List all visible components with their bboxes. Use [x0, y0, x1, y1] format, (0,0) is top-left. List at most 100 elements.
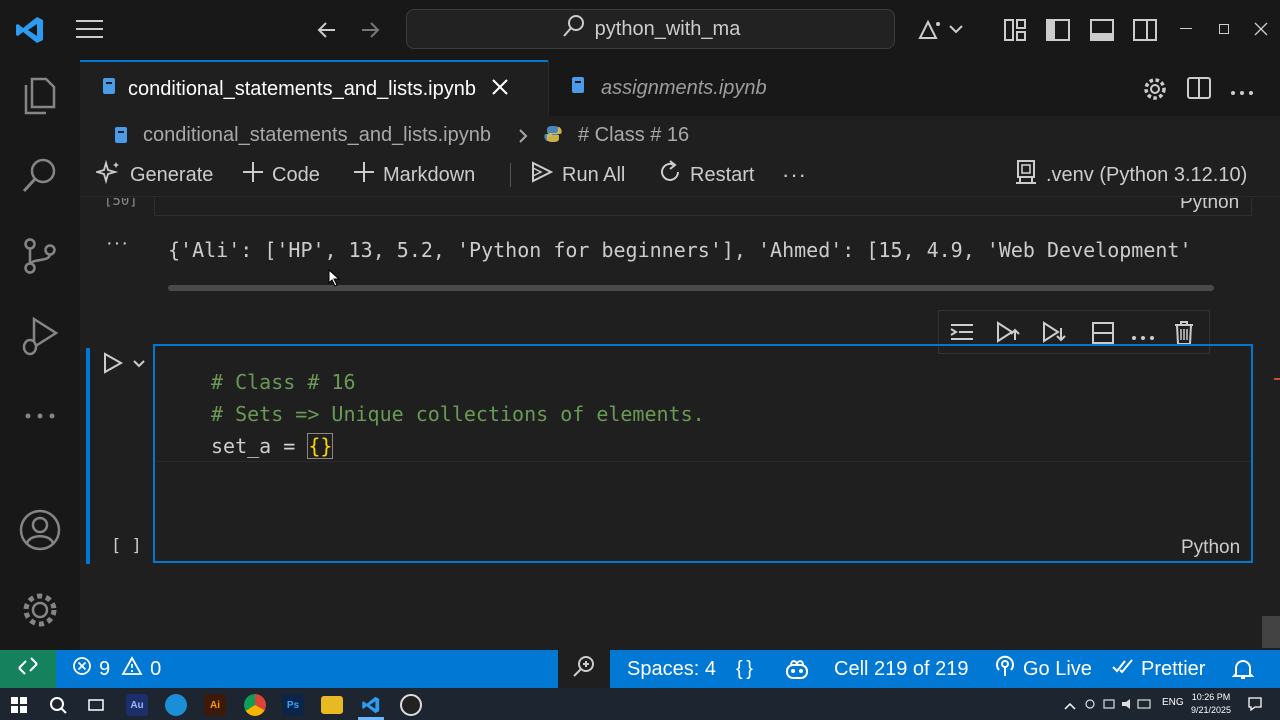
python-icon	[544, 125, 562, 149]
remote-indicator[interactable]	[0, 650, 56, 688]
output-more-button[interactable]: ···	[106, 232, 129, 255]
minimize-icon[interactable]	[1180, 28, 1192, 29]
tab-conditional-statements[interactable]: conditional_statements_and_lists.ipynb	[80, 60, 548, 116]
menu-icon[interactable]	[76, 18, 104, 40]
kernel-icon	[1014, 159, 1038, 191]
notification-center-icon[interactable]	[1247, 696, 1263, 717]
restart-icon	[658, 160, 682, 190]
notebook-file-icon	[571, 76, 585, 100]
error-count: 9	[99, 657, 111, 680]
warning-icon	[121, 656, 143, 682]
braces-icon: { }	[736, 657, 753, 680]
input-language[interactable]: ENG	[1162, 697, 1184, 708]
overview-ruler-mark	[1274, 378, 1280, 380]
add-markdown-cell-button[interactable]: Markdown	[353, 155, 475, 195]
plus-icon	[242, 161, 264, 189]
indentation-indicator[interactable]: Spaces: 4	[627, 650, 716, 688]
previous-cell[interactable]	[154, 198, 1252, 216]
close-window-icon[interactable]	[1254, 22, 1268, 41]
title-bar: python_with_ma	[0, 0, 1280, 60]
illustrator-app-icon[interactable]: Ai	[204, 694, 226, 716]
obs-app-icon[interactable]	[400, 694, 422, 716]
toolbar-divider	[510, 163, 511, 187]
accounts-icon[interactable]	[18, 508, 62, 552]
run-all-button[interactable]: Run All	[530, 155, 625, 195]
copilot-status-icon[interactable]	[785, 650, 809, 688]
cell-position-indicator[interactable]: Cell 219 of 219	[834, 650, 969, 688]
more-views-icon[interactable]	[18, 394, 62, 438]
code-line-3: set_a = {}	[211, 433, 334, 459]
tab-label: conditional_statements_and_lists.ipynb	[128, 77, 476, 100]
tab-assignments[interactable]: assignments.ipynb	[548, 60, 820, 116]
search-sidebar-icon[interactable]	[18, 154, 62, 198]
edge-browser-icon[interactable]	[165, 694, 187, 716]
zoom-indicator[interactable]	[558, 650, 610, 688]
language-mode-indicator[interactable]: { }	[736, 650, 753, 688]
warning-count: 0	[150, 657, 162, 680]
copilot-icon[interactable]	[916, 16, 966, 49]
windows-start-icon[interactable]	[8, 694, 30, 716]
customize-layout-icon[interactable]	[1003, 18, 1027, 47]
task-view-icon[interactable]	[85, 694, 107, 716]
go-live-button[interactable]: Go Live	[994, 650, 1092, 688]
prettier-button[interactable]: Prettier	[1112, 650, 1205, 688]
search-icon	[561, 13, 587, 45]
toggle-primary-sidebar-icon[interactable]	[1045, 18, 1071, 47]
editor-vertical-scrollbar[interactable]	[1262, 616, 1280, 648]
vscode-taskbar-icon[interactable]	[360, 694, 382, 716]
notebook-toolbar: Generate Code Markdown Run All Restart ·…	[80, 155, 1280, 197]
file-explorer-icon[interactable]	[321, 696, 343, 714]
tray-icons	[1084, 697, 1154, 716]
kernel-picker[interactable]: .venv (Python 3.12.10)	[1014, 155, 1247, 195]
restart-button[interactable]: Restart	[658, 155, 754, 195]
notebook-settings-gear-icon[interactable]	[1142, 76, 1168, 107]
more-actions-icon[interactable]	[1230, 84, 1254, 102]
close-tab-icon[interactable]	[492, 78, 508, 101]
maximize-icon[interactable]	[1219, 24, 1229, 34]
breadcrumb-file[interactable]: conditional_statements_and_lists.ipynb	[143, 124, 491, 147]
forward-arrow-icon[interactable]	[358, 18, 382, 47]
run-debug-icon[interactable]	[18, 314, 62, 358]
system-tray-chevron-icon[interactable]	[1064, 698, 1076, 716]
code-editor[interactable]: # Class # 16 # Sets => Unique collection…	[211, 366, 705, 462]
code-cell[interactable]: # Class # 16 # Sets => Unique collection…	[153, 344, 1253, 563]
cell-language-label[interactable]: Python	[1180, 198, 1239, 214]
audition-app-icon[interactable]: Au	[126, 694, 148, 716]
toggle-panel-icon[interactable]	[1089, 18, 1115, 47]
notebook-file-icon	[102, 77, 116, 101]
add-code-cell-button[interactable]: Code	[242, 155, 320, 195]
photoshop-app-icon[interactable]: Ps	[282, 694, 304, 716]
notebook-editor: [50] Python ··· {'Ali': ['HP', 13, 5.2, …	[80, 198, 1280, 650]
toolbar-more-button[interactable]: ···	[782, 155, 807, 195]
back-arrow-icon[interactable]	[315, 18, 339, 47]
breadcrumb-section[interactable]: # Class # 16	[578, 124, 689, 147]
split-editor-icon[interactable]	[1186, 76, 1212, 105]
run-cell-icon[interactable]	[102, 351, 124, 380]
tab-label: assignments.ipynb	[601, 76, 767, 99]
problems-indicator[interactable]: 9 0	[72, 650, 161, 688]
mouse-cursor-icon	[328, 268, 341, 292]
output-text: {'Ali': ['HP', 13, 5.2, 'Python for begi…	[168, 238, 1192, 262]
toggle-secondary-sidebar-icon[interactable]	[1132, 18, 1158, 47]
clock-date: 9/21/2025	[1190, 705, 1232, 715]
command-center-search[interactable]: python_with_ma	[406, 9, 895, 49]
taskbar-search-icon[interactable]	[47, 694, 69, 716]
cell-language-label[interactable]: Python	[1181, 537, 1240, 559]
zoom-icon	[572, 654, 596, 684]
notifications-bell-icon[interactable]	[1232, 650, 1254, 688]
broadcast-icon	[994, 655, 1016, 683]
source-control-icon[interactable]	[18, 234, 62, 278]
generate-button[interactable]: Generate	[93, 155, 213, 195]
sparkle-icon	[93, 159, 122, 190]
manage-gear-icon[interactable]	[18, 588, 62, 632]
output-horizontal-scrollbar[interactable]	[168, 285, 1214, 291]
chrome-browser-icon[interactable]	[244, 694, 266, 716]
explorer-icon[interactable]	[18, 74, 62, 118]
code-line-1: # Class # 16	[211, 370, 356, 394]
chevron-right-icon	[518, 127, 528, 150]
activity-bar	[0, 60, 80, 650]
chevron-down-icon[interactable]	[132, 356, 146, 374]
status-bar: 9 0 Spaces: 4 { } Cell 219 of 219 Go Liv…	[0, 650, 1280, 688]
clock[interactable]: 10:26 PM 9/21/2025	[1188, 691, 1234, 717]
remote-icon	[17, 655, 39, 683]
